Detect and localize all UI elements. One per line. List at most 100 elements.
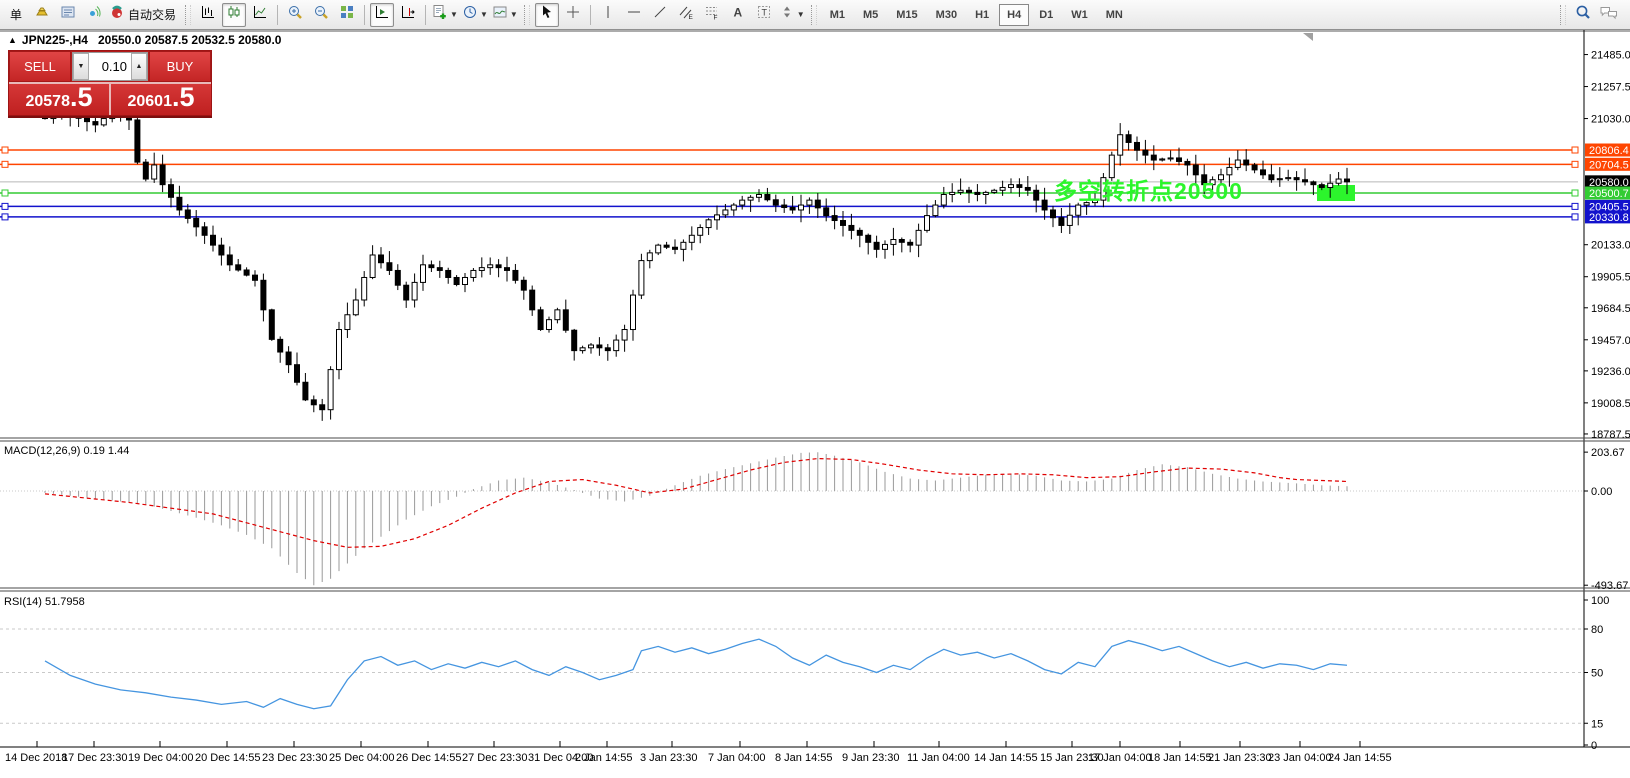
time-axis-label: 24 Jan 14:55 <box>1328 752 1392 764</box>
volume-up-button[interactable]: ▲ <box>131 53 147 80</box>
new-order-button[interactable]: 单 <box>4 3 28 27</box>
equidistant-channel-button[interactable]: E <box>674 3 698 27</box>
sell-price[interactable]: 20578 .5 <box>9 84 109 115</box>
zoom-in-button[interactable] <box>283 3 307 27</box>
sell-label: SELL <box>24 59 56 74</box>
toolbar-grip <box>1560 4 1566 25</box>
time-axis-label: 8 Jan 14:55 <box>775 752 833 764</box>
timeframe-button-W1[interactable]: W1 <box>1063 4 1096 26</box>
collapse-panel-icon[interactable]: ▲ <box>8 35 17 45</box>
gold-bars-icon <box>34 4 50 25</box>
auto-trading-icon <box>109 4 125 25</box>
periods-button[interactable]: ▼ <box>461 3 489 27</box>
search-icon <box>1574 3 1592 26</box>
text-label-tool-button[interactable]: T <box>752 3 776 27</box>
chart-annotation-text[interactable]: 多空转折点20500 <box>1054 172 1243 206</box>
terminal-button[interactable] <box>56 3 80 27</box>
auto-trading-label: 自动交易 <box>128 8 177 22</box>
tile-windows-button[interactable] <box>335 3 359 27</box>
vertical-line-tool-button[interactable] <box>596 3 620 27</box>
toolbar-separator <box>277 4 279 25</box>
fibonacci-icon: F <box>704 4 720 25</box>
volume-down-button[interactable]: ▼ <box>73 53 89 80</box>
indicators-button[interactable]: ▼ <box>431 3 459 27</box>
time-axis-label: 27 Dec 23:30 <box>462 752 528 764</box>
top-toolbar: 单 自动交易 ▼ ▼ ▼ E F A T ▼ M1 M5 M15 M30 H1 … <box>0 0 1630 30</box>
time-axis-label: 23 Dec 23:30 <box>262 752 328 764</box>
chart-header: ▲ JPN225-,H4 20550.0 20587.5 20532.5 205… <box>8 33 281 47</box>
timeframe-toolbar: M1 M5 M15 M30 H1 H4 D1 W1 MN <box>821 3 1132 26</box>
time-axis-label: 17 Dec 23:30 <box>62 752 128 764</box>
rsi-line <box>44 638 1348 710</box>
auto-trading-button[interactable]: 自动交易 <box>108 3 180 27</box>
timeframe-button-M5[interactable]: M5 <box>855 4 886 26</box>
toolbar-separator <box>364 4 366 25</box>
time-axis-label: 21 Jan 23:30 <box>1208 752 1272 764</box>
zoom-out-icon <box>313 4 329 25</box>
symbol-title: JPN225-,H4 <box>21 33 88 47</box>
svg-text:T: T <box>761 8 767 18</box>
time-axis-label: 14 Dec 2018 <box>5 752 68 764</box>
chart-window: 21485.0 21257.5 21030.0 20133.0 19905.5 19684… <box>0 30 1630 778</box>
channel-icon: E <box>678 4 694 25</box>
zoom-in-icon <box>287 4 303 25</box>
template-icon <box>492 4 508 25</box>
buy-price-main: 20601 <box>127 93 172 110</box>
strategy-tester-button[interactable] <box>82 3 106 27</box>
toolbar-grip <box>523 4 530 25</box>
cursor-arrow-icon <box>539 4 555 25</box>
ohlc-values: 20550.0 20587.5 20532.5 20580.0 <box>97 33 282 47</box>
toolbar-grip <box>810 4 817 25</box>
zoom-out-button[interactable] <box>309 3 333 27</box>
timeframe-button-M1[interactable]: M1 <box>822 4 853 26</box>
arrows-icon <box>779 4 795 25</box>
sell-price-frac: .5 <box>69 82 93 112</box>
buy-button[interactable]: BUY <box>149 51 211 82</box>
cursor-button[interactable] <box>534 2 559 27</box>
fibonacci-tool-button[interactable]: F <box>700 3 724 27</box>
search-button[interactable] <box>1571 3 1595 27</box>
buy-price[interactable]: 20601 .5 <box>109 84 211 115</box>
buy-label: BUY <box>166 59 194 74</box>
add-indicator-icon <box>432 4 448 25</box>
candlestick-mode-button[interactable] <box>222 2 247 27</box>
macd-signal-line <box>44 457 1348 548</box>
arrows-tool-button[interactable]: ▼ <box>778 3 806 27</box>
chart-shift-button[interactable] <box>396 3 420 27</box>
time-axis-label: 18 Jan 14:55 <box>1148 752 1212 764</box>
chat-bubbles-icon <box>1599 4 1619 25</box>
timeframe-button-H4[interactable]: H4 <box>999 3 1030 26</box>
chart-shift-icon <box>400 4 416 25</box>
chat-button[interactable] <box>1597 3 1621 27</box>
bar-chart-mode-button[interactable] <box>196 3 220 27</box>
trendline-tool-button[interactable] <box>648 3 672 27</box>
templates-button[interactable]: ▼ <box>491 3 519 27</box>
tile-windows-icon <box>339 4 355 25</box>
macd-indicator-label: MACD(12,26,9) 0.19 1.44 <box>4 445 130 457</box>
text-tool-button[interactable]: A <box>726 3 750 27</box>
time-axis-labels: 14 Dec 2018 17 Dec 23:30 19 Dec 04:00 20 De… <box>0 752 1630 768</box>
timeframe-button-M15[interactable]: M15 <box>888 4 925 26</box>
horizontal-line-tool-button[interactable] <box>622 3 646 27</box>
time-axis-label: 11 Jan 04:00 <box>907 752 970 764</box>
horizontal-line-icon <box>626 4 642 25</box>
timeframe-button-H1[interactable]: H1 <box>967 4 997 26</box>
toolbar-grip <box>185 4 192 25</box>
chart-plot-area[interactable] <box>0 32 1584 437</box>
timeframe-button-MN[interactable]: MN <box>1098 4 1131 26</box>
timeframe-button-D1[interactable]: D1 <box>1031 4 1061 26</box>
sell-button[interactable]: SELL <box>9 51 71 82</box>
text-label-icon: T <box>756 4 772 25</box>
toolbar-separator <box>425 4 427 25</box>
crosshair-button[interactable] <box>561 3 585 27</box>
price-axis[interactable] <box>1584 30 1630 747</box>
time-axis-label: 14 Jan 14:55 <box>974 752 1038 764</box>
market-watch-button[interactable] <box>30 3 54 27</box>
time-axis-label: 23 Jan 04:00 <box>1268 752 1332 764</box>
volume-input[interactable]: 0.10 <box>89 53 131 80</box>
line-chart-mode-button[interactable] <box>248 3 272 27</box>
auto-scroll-button[interactable] <box>370 2 395 27</box>
volume-control: ▼ 0.10 ▲ <box>72 52 148 81</box>
svg-text:F: F <box>713 15 717 21</box>
timeframe-button-M30[interactable]: M30 <box>928 4 965 26</box>
